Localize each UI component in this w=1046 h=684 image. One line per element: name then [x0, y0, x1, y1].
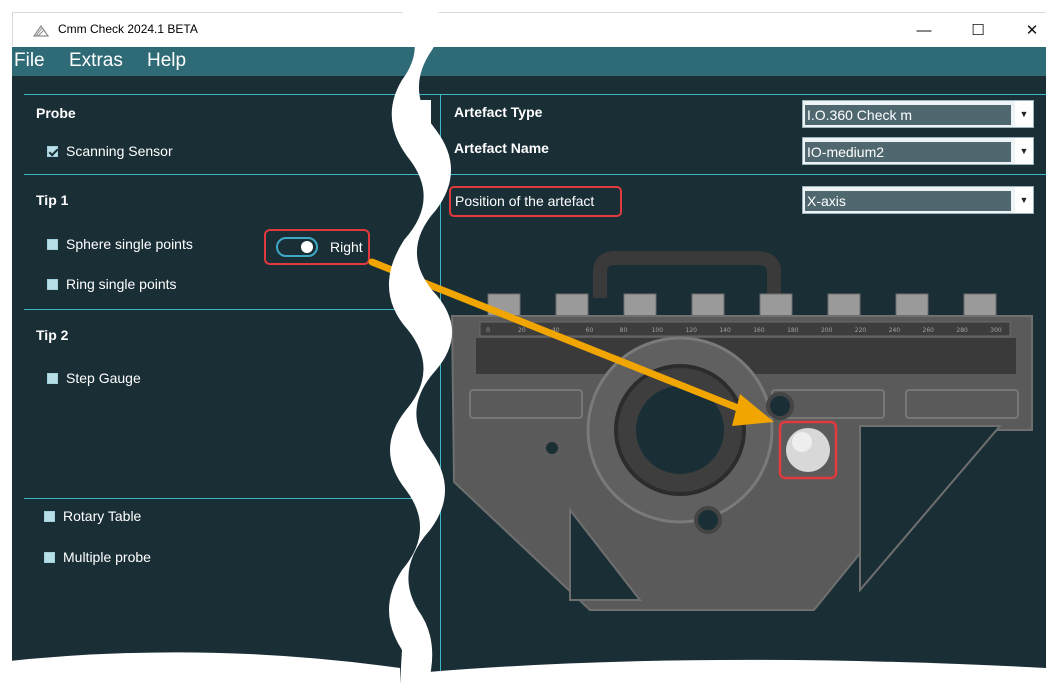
torn-bottom-left [0, 652, 400, 684]
torn-strip [388, 0, 453, 684]
torn-gap [0, 0, 1046, 684]
torn-bottom-right [428, 659, 1046, 684]
